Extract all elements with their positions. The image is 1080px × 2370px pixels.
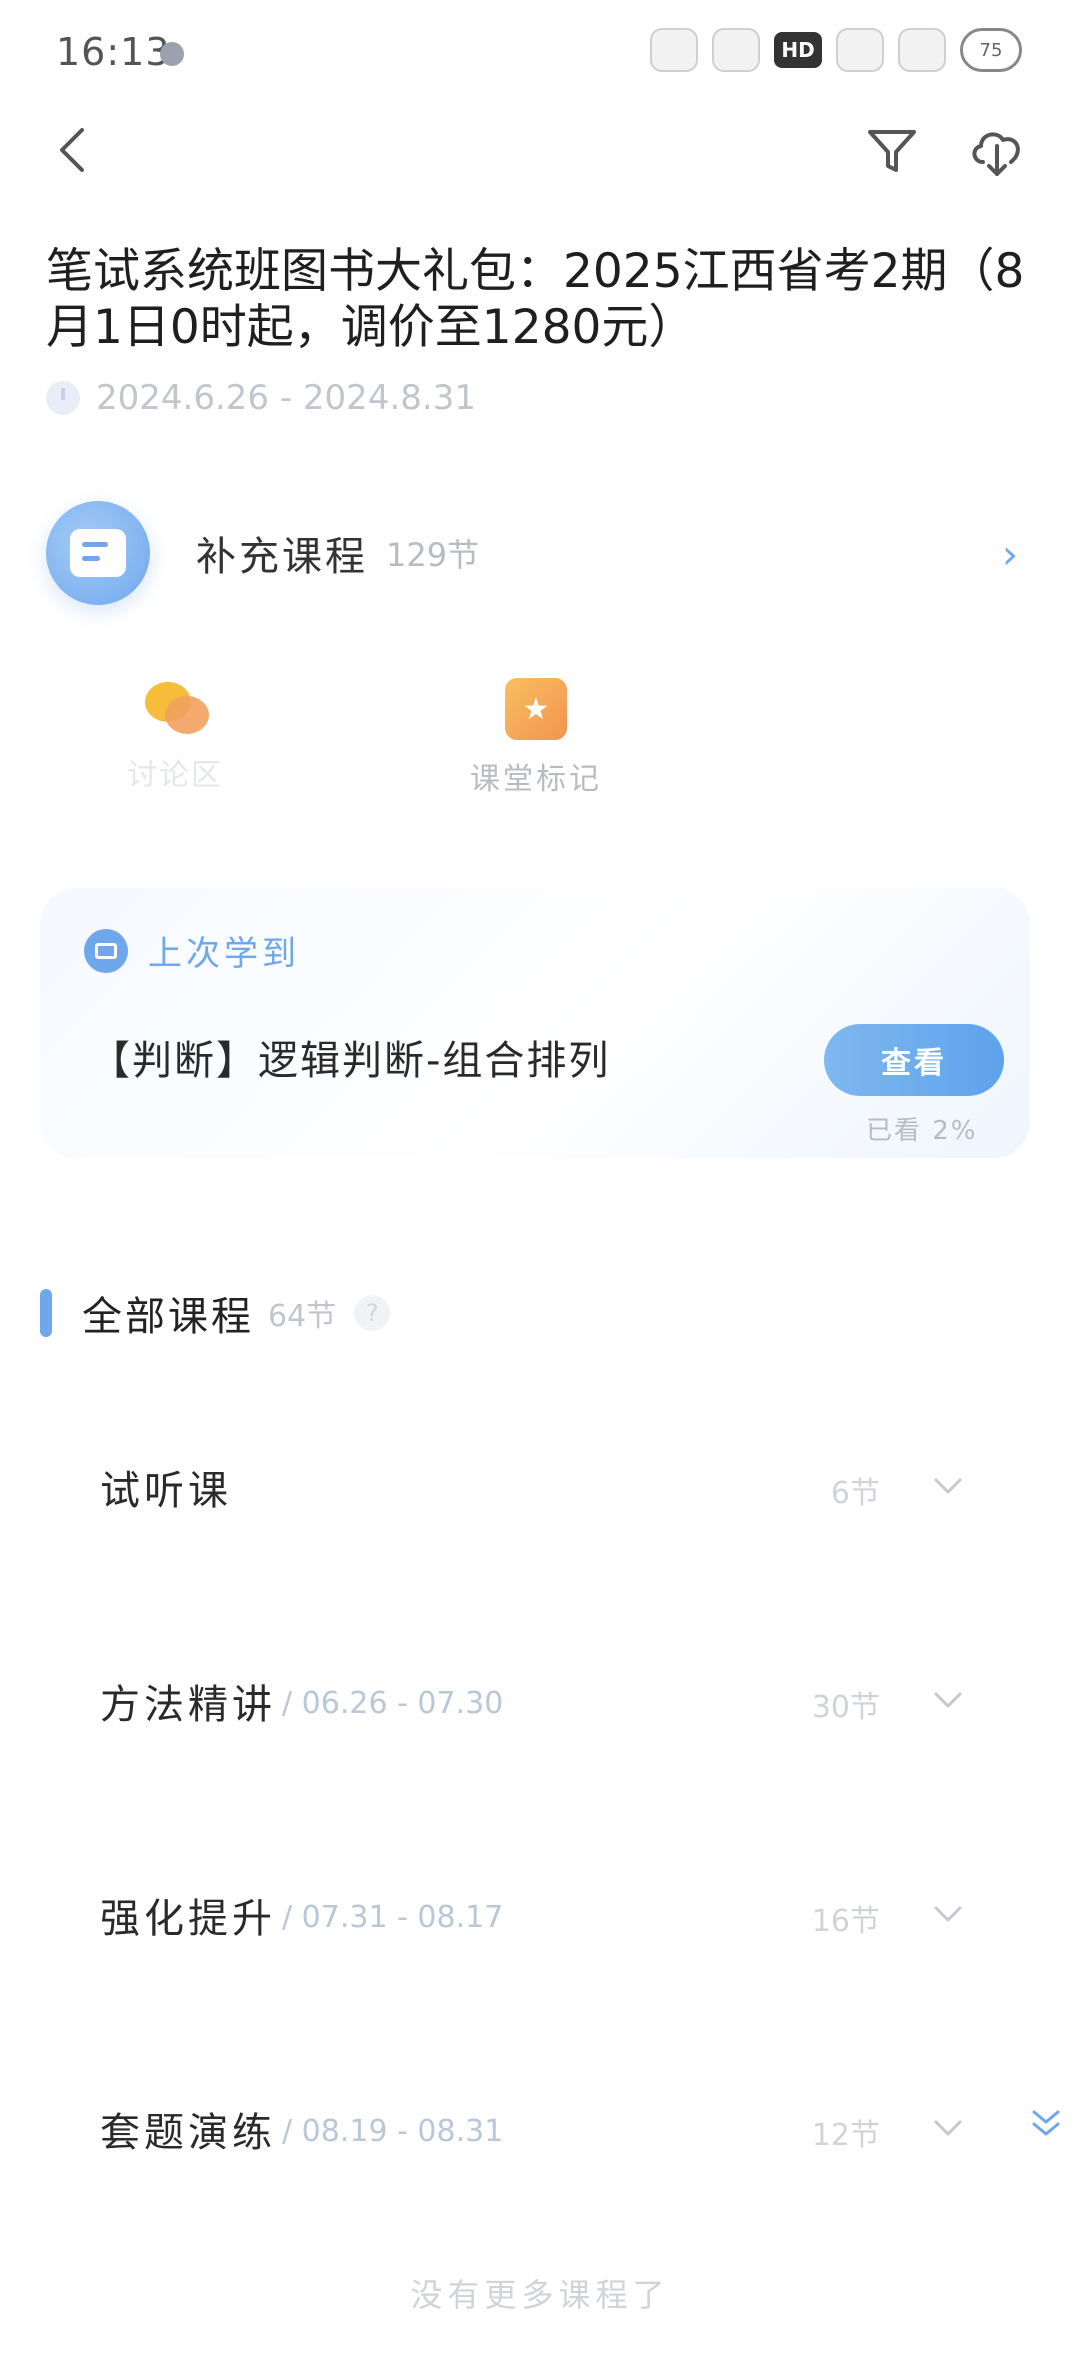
chevron-down-icon bbox=[934, 1478, 962, 1494]
no-more-courses-text: 没有更多课程了 bbox=[410, 2276, 670, 2314]
last-learned-card: 上次学到 【判断】逻辑判断-组合排列 查看 已看 2% bbox=[40, 888, 1030, 1158]
group-dates: / 07.31 - 08.17 bbox=[282, 1900, 504, 1935]
group-dates: / 06.26 - 07.30 bbox=[282, 1686, 504, 1721]
back-chevron-icon bbox=[60, 128, 84, 172]
group-name: 套题演练 bbox=[100, 2110, 276, 2156]
section-accent-bar bbox=[40, 1289, 52, 1337]
status-bar: 16:13 HD 75 bbox=[0, 0, 1080, 100]
supplementary-label: 补充课程 bbox=[196, 534, 368, 580]
discussion-label: 讨论区 bbox=[127, 758, 223, 793]
star-card-icon: ★ bbox=[505, 678, 567, 740]
supplementary-courses-row[interactable]: 补充课程 129节 › bbox=[46, 498, 1036, 608]
class-mark-button[interactable]: ★ 课堂标记 bbox=[466, 678, 606, 798]
all-courses-title: 全部课程 bbox=[82, 1294, 254, 1340]
date-range: 2024.6.26 - 2024.8.31 bbox=[96, 378, 476, 418]
watch-progress: 已看 2% bbox=[866, 1116, 978, 1146]
group-count: 6节 bbox=[830, 1476, 880, 1511]
group-count: 16节 bbox=[811, 1904, 880, 1939]
supplementary-course-icon bbox=[46, 501, 150, 605]
course-group-practice[interactable]: 套题演练 / 08.19 - 08.31 12节 bbox=[0, 2088, 1080, 2168]
group-name: 方法精讲 bbox=[100, 1682, 276, 1728]
clock-icon bbox=[46, 381, 80, 415]
cat-sticker-icon bbox=[712, 28, 760, 72]
date-row: 2024.6.26 - 2024.8.31 bbox=[46, 378, 476, 418]
course-group-strengthen[interactable]: 强化提升 / 07.31 - 08.17 16节 bbox=[0, 1874, 1080, 1954]
last-lesson-title: 【判断】逻辑判断-组合排列 bbox=[90, 1038, 611, 1084]
last-learned-header: 上次学到 bbox=[84, 926, 300, 975]
status-time: 16:13 bbox=[56, 30, 171, 74]
tool-row: 讨论区 ★ 课堂标记 bbox=[0, 678, 1080, 808]
group-count: 12节 bbox=[811, 2118, 880, 2153]
course-group-method[interactable]: 方法精讲 / 06.26 - 07.30 30节 bbox=[0, 1660, 1080, 1740]
battery-icon: 75 bbox=[960, 28, 1022, 72]
all-courses-header: 全部课程 64节 ? bbox=[40, 1284, 391, 1342]
group-count: 30节 bbox=[811, 1690, 880, 1725]
help-icon[interactable]: ? bbox=[354, 1295, 391, 1331]
discussion-button[interactable]: 讨论区 bbox=[120, 678, 230, 794]
signal-sticker-icon bbox=[836, 28, 884, 72]
panda-sticker-icon bbox=[650, 28, 698, 72]
chevron-right-icon: › bbox=[1002, 532, 1018, 578]
hd-icon: HD bbox=[774, 32, 822, 68]
filter-button[interactable] bbox=[862, 120, 922, 180]
supplementary-count: 129节 bbox=[386, 536, 480, 574]
top-nav bbox=[0, 100, 1080, 200]
last-learned-label: 上次学到 bbox=[148, 934, 300, 974]
group-name: 试听课 bbox=[100, 1468, 232, 1514]
download-button[interactable] bbox=[965, 118, 1029, 182]
book-icon bbox=[84, 928, 128, 973]
course-title: 笔试系统班图书大礼包：2025江西省考2期（8月1日0时起，调价至1280元） bbox=[46, 244, 1025, 355]
all-courses-count: 64节 bbox=[268, 1299, 337, 1334]
chat-bubbles-icon bbox=[139, 678, 211, 738]
group-dates: / 08.19 - 08.31 bbox=[282, 2114, 504, 2149]
back-button[interactable] bbox=[44, 120, 104, 180]
double-chevron-down-icon[interactable] bbox=[1026, 2104, 1066, 2144]
course-group-trial[interactable]: 试听课 6节 bbox=[0, 1446, 1080, 1526]
class-mark-label: 课堂标记 bbox=[470, 762, 602, 797]
chevron-down-icon bbox=[934, 1692, 962, 1708]
chevron-down-icon bbox=[934, 2120, 962, 2136]
signal-sticker-icon-2 bbox=[898, 28, 946, 72]
group-name: 强化提升 bbox=[100, 1896, 276, 1942]
filter-icon bbox=[868, 130, 916, 172]
alarm-icon bbox=[160, 42, 184, 66]
view-button[interactable]: 查看 bbox=[824, 1024, 1004, 1096]
cloud-download-icon bbox=[972, 132, 1020, 176]
chevron-down-icon bbox=[934, 1906, 962, 1922]
status-icons: HD 75 bbox=[650, 28, 1022, 72]
